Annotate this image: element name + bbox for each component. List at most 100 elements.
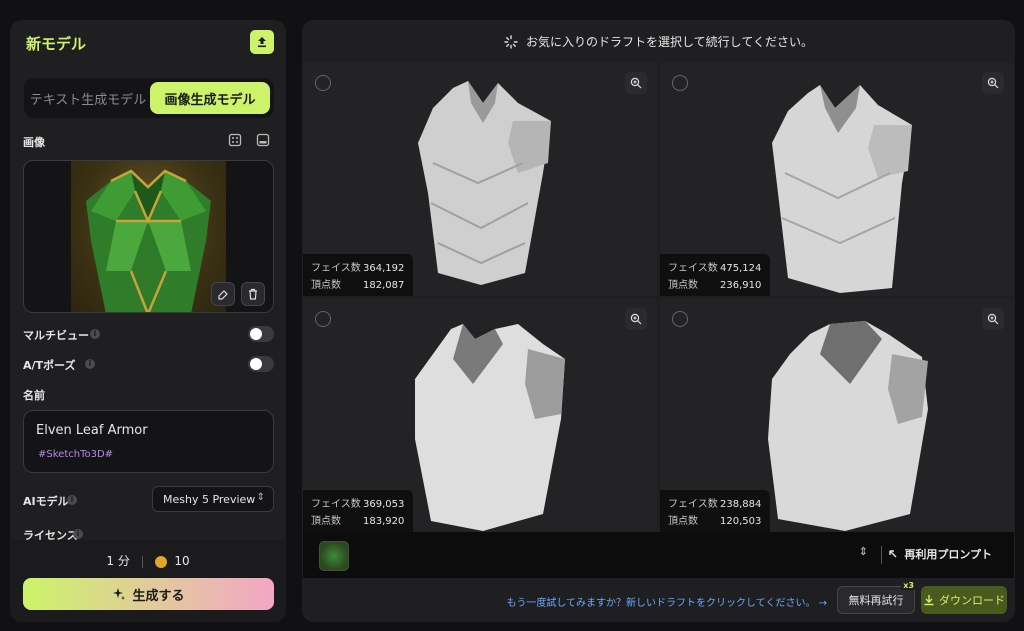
faces-label: フェイス数 — [311, 263, 361, 274]
free-retry-button[interactable]: 無料再試行 x3 — [837, 581, 916, 614]
verts-label: 頂点数 — [668, 516, 698, 527]
info-icon[interactable]: i — [90, 329, 100, 339]
name-input[interactable]: Elven Leaf Armor #SketchTo3D# — [23, 410, 274, 473]
faces-label: フェイス数 — [668, 263, 718, 274]
faces-value: 364,192 — [363, 263, 405, 274]
mode-tabs: テキスト生成モデル 画像生成モデル — [24, 78, 274, 118]
faces-label: フェイス数 — [668, 499, 718, 510]
eraser-icon — [218, 290, 228, 300]
image-label: 画像 — [23, 136, 45, 149]
image-tools — [228, 133, 270, 149]
right-panel: お気に入りのドラフトを選択して続行してください。 フェイス数 364,192 頂点… — [302, 20, 1015, 622]
drafts-header: お気に入りのドラフトを選択して続行してください。 — [302, 20, 1015, 63]
faces-value: 238,884 — [720, 499, 762, 510]
ai-model-label: AIモデル — [23, 495, 69, 508]
retry-link[interactable]: もう一度試してみますか？新しいドラフトをクリックしてください。 → — [507, 594, 827, 609]
download-icon — [924, 595, 934, 606]
zoom-button[interactable] — [625, 72, 647, 94]
sparkle-icon — [113, 588, 126, 600]
multiview-row: マルチビュー i — [23, 325, 274, 343]
verts-label: 頂点数 — [668, 280, 698, 291]
name-tag: #SketchTo3D# — [38, 449, 114, 460]
cost-summary: 1 分 10 — [10, 552, 286, 569]
draft-card[interactable]: フェイス数 364,192 頂点数 182,087 — [303, 63, 657, 296]
drafts-header-text: お気に入りのドラフトを選択して続行してください。 — [526, 35, 813, 49]
name-value: Elven Leaf Armor — [36, 423, 148, 438]
divider — [141, 555, 143, 568]
verts-value: 236,910 — [720, 280, 762, 291]
time-estimate: 1 分 — [106, 554, 130, 568]
draft-stats: フェイス数 475,124 頂点数 236,910 — [660, 254, 770, 296]
ai-model-select[interactable]: Meshy 5 Preview ⇕ — [152, 486, 274, 512]
zoom-button[interactable] — [625, 308, 647, 330]
verts-label: 頂点数 — [311, 280, 341, 291]
ai-model-value: Meshy 5 Preview — [163, 492, 256, 506]
draft-stats: フェイス数 238,884 頂点数 120,503 — [660, 490, 770, 532]
faces-value: 475,124 — [720, 263, 762, 274]
faces-label: フェイス数 — [311, 499, 361, 510]
reuse-prompt-label: 再利用プロンプト — [904, 548, 992, 561]
reuse-prompt-button[interactable]: 再利用プロンプト — [888, 546, 992, 562]
image-preview[interactable] — [23, 160, 274, 313]
armor-reference-image — [71, 161, 226, 312]
zoom-button[interactable] — [982, 308, 1004, 330]
ai-model-row: AIモデル i Meshy 5 Preview ⇕ — [23, 486, 274, 512]
draft-select-radio[interactable] — [672, 75, 688, 91]
atpose-toggle[interactable] — [248, 356, 274, 372]
faces-value: 369,053 — [363, 499, 405, 510]
verts-value: 120,503 — [720, 516, 762, 527]
tab-image-to-model[interactable]: 画像生成モデル — [150, 82, 270, 114]
generate-label: 生成する — [132, 588, 185, 604]
verts-value: 182,087 — [363, 280, 405, 291]
download-button[interactable]: ダウンロード — [921, 586, 1007, 614]
divider — [881, 546, 882, 564]
panel-title: 新モデル — [26, 35, 87, 53]
draft-stats: フェイス数 364,192 頂点数 182,087 — [303, 254, 413, 296]
coin-icon — [154, 555, 167, 568]
panel-header: 新モデル — [10, 20, 286, 66]
tab-text-to-model[interactable]: テキスト生成モデル — [28, 82, 148, 114]
draft-card[interactable]: フェイス数 369,053 頂点数 183,920 — [303, 299, 657, 532]
draft-select-radio[interactable] — [672, 311, 688, 327]
task-thumbnail[interactable] — [319, 541, 349, 571]
arrow-up-left-icon — [889, 550, 897, 558]
trash-icon — [249, 288, 257, 300]
panel-footer: 1 分 10 生成する — [10, 540, 286, 622]
chevron-updown-icon[interactable]: ⇕ — [859, 545, 868, 558]
draft-select-radio[interactable] — [315, 311, 331, 327]
eraser-button[interactable] — [211, 282, 235, 306]
zoom-button[interactable] — [982, 72, 1004, 94]
download-label: ダウンロード — [939, 594, 1005, 607]
draft-stats: フェイス数 369,053 頂点数 183,920 — [303, 490, 413, 532]
drafts-grid: フェイス数 364,192 頂点数 182,087 フェイス数 475,124 頂点数… — [303, 63, 1014, 532]
free-retry-label: 無料再試行 — [848, 594, 904, 607]
multi-image-icon[interactable] — [228, 133, 242, 147]
atpose-label: A/Tポーズ — [23, 359, 76, 372]
upload-icon — [258, 37, 266, 48]
retry-count-badge: x3 — [901, 581, 916, 590]
draft-card[interactable]: フェイス数 238,884 頂点数 120,503 — [660, 299, 1014, 532]
multiview-toggle[interactable] — [248, 326, 274, 342]
action-bar: もう一度試してみますか？新しいドラフトをクリックしてください。 → 無料再試行 … — [302, 578, 1015, 622]
zoom-in-icon — [987, 77, 999, 89]
verts-label: 頂点数 — [311, 516, 341, 527]
verts-value: 183,920 — [363, 516, 405, 527]
delete-image-button[interactable] — [241, 282, 265, 306]
loading-icon — [504, 34, 518, 49]
single-image-icon[interactable] — [256, 133, 270, 147]
multiview-label: マルチビュー — [23, 329, 89, 342]
upload-button[interactable] — [250, 30, 274, 54]
chevron-updown-icon: ⇕ — [256, 492, 265, 503]
credits-value: 10 — [174, 554, 190, 568]
atpose-row: A/Tポーズ i — [23, 355, 274, 373]
info-icon[interactable]: i — [85, 359, 95, 369]
zoom-in-icon — [630, 313, 642, 325]
zoom-in-icon — [630, 77, 642, 89]
task-bar: ⇕ 再利用プロンプト — [303, 532, 1014, 578]
info-icon[interactable]: i — [73, 529, 83, 539]
name-label: 名前 — [23, 389, 45, 402]
info-icon[interactable]: i — [67, 495, 77, 505]
draft-select-radio[interactable] — [315, 75, 331, 91]
draft-card[interactable]: フェイス数 475,124 頂点数 236,910 — [660, 63, 1014, 296]
generate-button[interactable]: 生成する — [23, 578, 274, 610]
